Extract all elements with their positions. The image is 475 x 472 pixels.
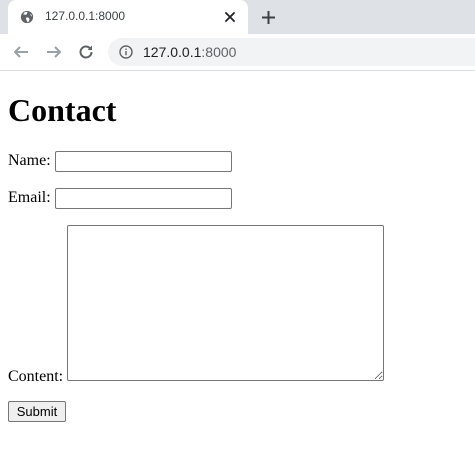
browser-toolbar: 127.0.0.1:8000	[0, 34, 475, 71]
content-label: Content:	[8, 368, 64, 385]
url-host: 127.0.0.1	[143, 44, 202, 60]
reload-icon[interactable]	[77, 43, 95, 61]
page-title: Contact	[8, 92, 117, 128]
address-bar[interactable]: 127.0.0.1:8000	[108, 38, 475, 66]
close-icon[interactable]	[223, 10, 237, 24]
tab-title: 127.0.0.1:8000	[45, 9, 126, 23]
arrow-left-icon[interactable]	[12, 43, 30, 61]
page-content: Contact Name: Email: Content: Submit	[0, 71, 475, 472]
browser-tab[interactable]: 127.0.0.1:8000	[8, 0, 248, 34]
url-port: :8000	[201, 44, 237, 60]
globe-icon	[20, 10, 34, 24]
url-text[interactable]: 127.0.0.1:8000	[143, 44, 236, 60]
email-label: Email:	[8, 189, 51, 206]
email-input[interactable]	[55, 188, 232, 209]
name-input[interactable]	[55, 151, 232, 172]
info-icon[interactable]	[119, 45, 133, 59]
name-label: Name:	[8, 152, 51, 169]
submit-button[interactable]: Submit	[8, 401, 66, 422]
plus-icon[interactable]	[260, 9, 277, 26]
arrow-right-icon[interactable]	[45, 43, 63, 61]
content-textarea[interactable]	[67, 225, 384, 381]
tab-strip: 127.0.0.1:8000	[0, 0, 475, 34]
